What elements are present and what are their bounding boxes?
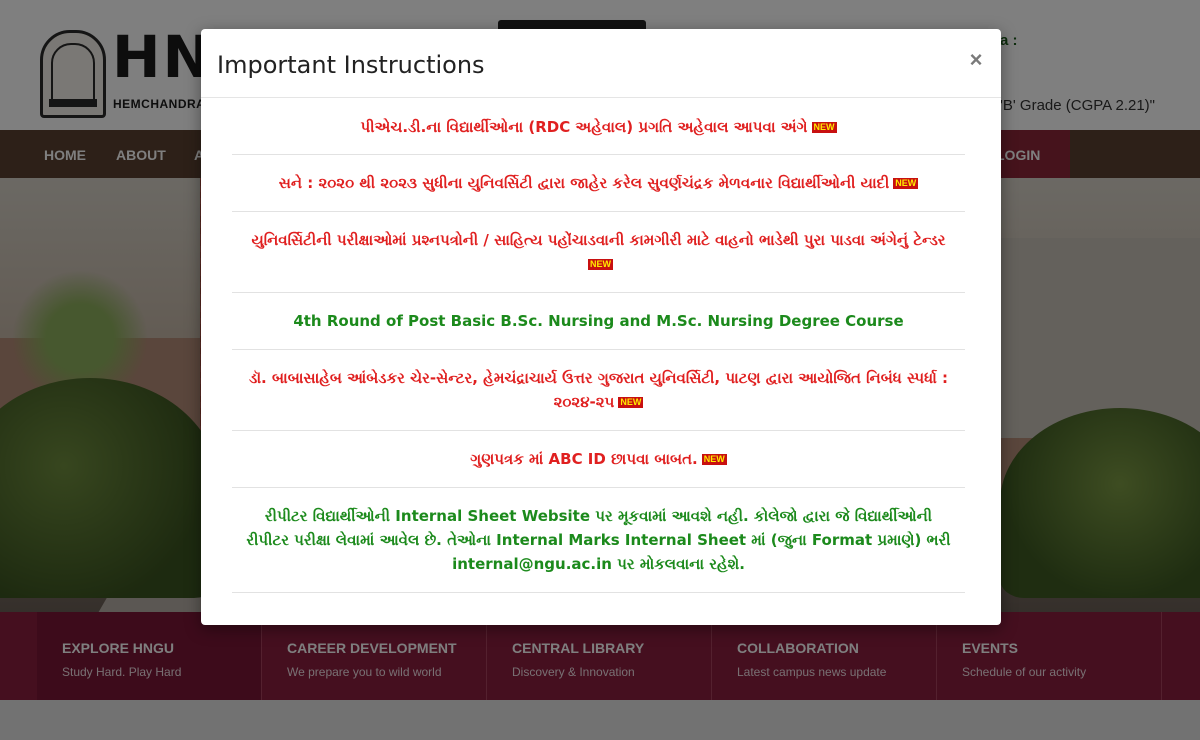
notice-item: સને : ૨૦૨૦ થી ૨૦૨૩ સુધીના યુનિવર્સિટી દ્… <box>232 155 965 212</box>
new-badge-icon: NEW <box>618 397 644 408</box>
notice-item: રીપીટર વિદ્યાર્થીઓની Internal Sheet Webs… <box>232 488 965 593</box>
notice-link[interactable]: સને : ૨૦૨૦ થી ૨૦૨૩ સુધીના યુનિવર્સિટી દ્… <box>279 174 890 192</box>
new-badge-icon: NEW <box>811 121 837 133</box>
notice-item: 4th Round of Post Basic B.Sc. Nursing an… <box>232 293 965 350</box>
modal-body: પીએચ.ડી.ના વિદ્યાર્થીઓના (RDC અહેવાલ) પ્… <box>232 99 965 593</box>
modal-header: Important Instructions × <box>201 29 1001 98</box>
notice-link[interactable]: ગુણપત્રક માં ABC ID છાપવા બાબત. <box>470 450 697 468</box>
notice-item: ગુણપત્રક માં ABC ID છાપવા બાબત. NEW <box>232 431 965 488</box>
modal-title: Important Instructions <box>217 51 485 79</box>
new-badge-icon: NEW <box>701 454 727 465</box>
notice-item: યુનિવર્સિટીની પરીક્ષાઓમાં પ્રશ્નપત્રોની … <box>232 212 965 293</box>
notice-link[interactable]: 4th Round of Post Basic B.Sc. Nursing an… <box>293 312 903 330</box>
notice-item: ડૉ. બાબાસાહેબ આંબેડકર ચેર-સેન્ટર, હેમચંદ… <box>232 350 965 431</box>
notice-link[interactable]: યુનિવર્સિટીની પરીક્ષાઓમાં પ્રશ્નપત્રોની … <box>251 231 945 249</box>
important-instructions-modal: Important Instructions × પીએચ.ડી.ના વિદ્… <box>201 29 1001 625</box>
notice-link[interactable]: ડૉ. બાબાસાહેબ આંબેડકર ચેર-સેન્ટર, હેમચંદ… <box>249 369 948 411</box>
notice-item: પીએચ.ડી.ના વિદ્યાર્થીઓના (RDC અહેવાલ) પ્… <box>232 99 965 155</box>
notice-link[interactable]: રીપીટર વિદ્યાર્થીઓની Internal Sheet Webs… <box>246 507 950 573</box>
close-icon[interactable]: × <box>965 47 987 73</box>
notice-link[interactable]: પીએચ.ડી.ના વિદ્યાર્થીઓના (RDC અહેવાલ) પ્… <box>361 118 808 136</box>
new-badge-icon: NEW <box>588 259 613 270</box>
new-badge-icon: NEW <box>893 178 919 189</box>
